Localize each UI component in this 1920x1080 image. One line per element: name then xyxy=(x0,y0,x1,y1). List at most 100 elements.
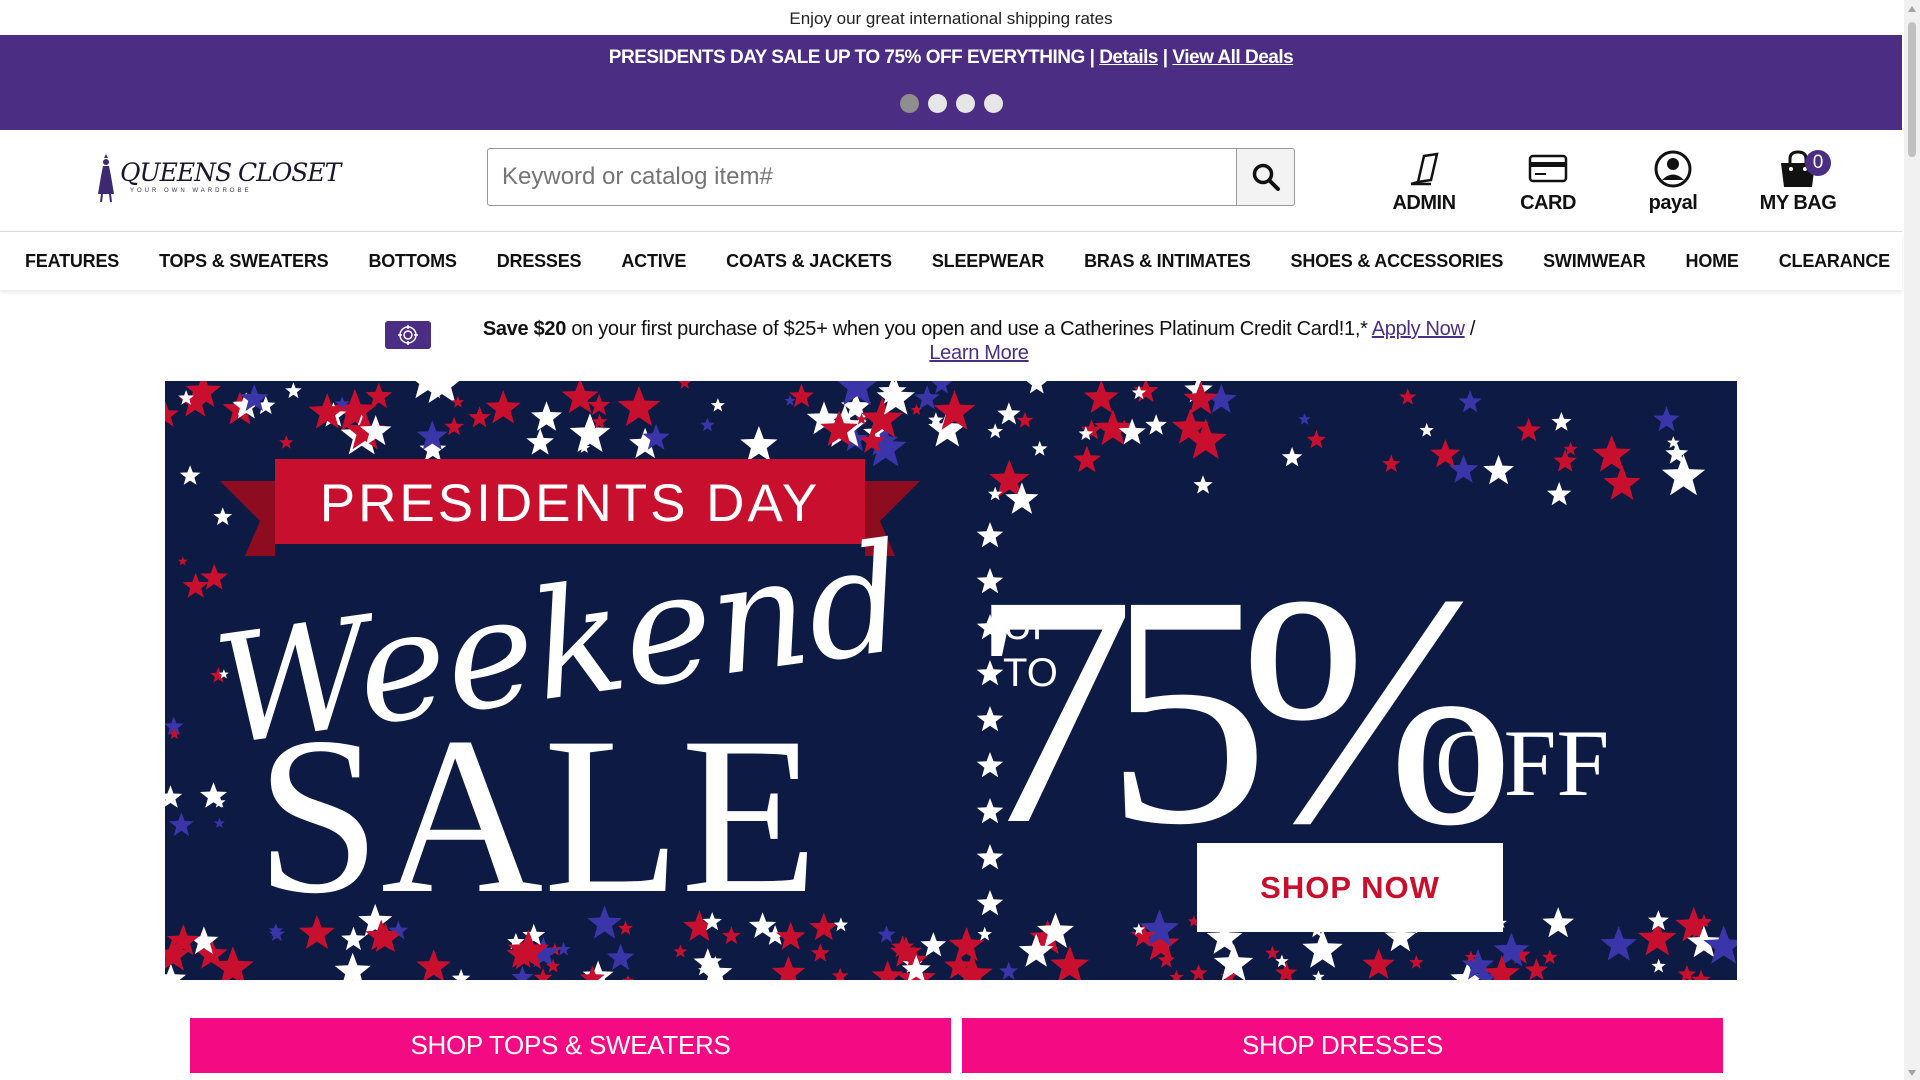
account-link[interactable]: payal xyxy=(1618,148,1728,224)
card-link[interactable]: CARD xyxy=(1493,148,1603,224)
star-icon xyxy=(987,423,1003,439)
star-icon xyxy=(1419,422,1434,437)
nav-item-sleepwear[interactable]: SLEEPWEAR xyxy=(932,251,1044,272)
shipping-text: Enjoy our great international shipping r… xyxy=(789,8,1113,28)
star-icon xyxy=(213,507,233,526)
star-icon xyxy=(673,944,688,958)
shop-now-button[interactable]: SHOP NOW xyxy=(1197,843,1503,932)
nav-item-tops-sweaters[interactable]: TOPS & SWEATERS xyxy=(159,251,329,272)
search-button[interactable] xyxy=(1237,148,1295,206)
search-icon xyxy=(1252,163,1280,191)
card-label: CARD xyxy=(1520,192,1576,214)
hero-ribbon-text: PRESIDENTS DAY xyxy=(320,474,820,533)
pencil-icon xyxy=(1410,152,1439,186)
admin-link[interactable]: ADMIN xyxy=(1369,148,1479,224)
star-icon xyxy=(977,926,992,941)
apply-now-link[interactable]: Apply Now xyxy=(1372,318,1465,340)
nav-item-coats-jackets[interactable]: COATS & JACKETS xyxy=(726,251,892,272)
scroll-down-arrow-icon[interactable] xyxy=(1908,1070,1916,1076)
star-icon xyxy=(810,943,830,962)
nav-item-home[interactable]: HOME xyxy=(1686,251,1739,272)
nav-item-swimwear[interactable]: SWIMWEAR xyxy=(1543,251,1646,272)
platinum-card-icon xyxy=(385,321,431,349)
star-icon xyxy=(1298,412,1311,425)
nav-item-shoes-accessories[interactable]: SHOES & ACCESSORIES xyxy=(1291,251,1504,272)
star-icon xyxy=(1458,390,1482,413)
my-bag-link[interactable]: 0 MY BAG xyxy=(1743,148,1853,224)
star-icon xyxy=(1382,454,1401,472)
star-icon xyxy=(997,402,1021,425)
star-icon xyxy=(168,812,194,836)
nav-item-clearance[interactable]: CLEARANCE xyxy=(1779,251,1890,272)
nav-item-active[interactable]: ACTIVE xyxy=(621,251,686,272)
star-icon xyxy=(179,465,201,485)
star-icon xyxy=(831,967,849,980)
star-icon xyxy=(1691,969,1711,980)
details-link[interactable]: Details xyxy=(1099,47,1158,68)
star-icon xyxy=(1145,414,1167,435)
star-icon xyxy=(1600,926,1637,961)
star-icon xyxy=(285,382,302,399)
star-icon xyxy=(1542,949,1558,965)
shop-dresses-button[interactable]: SHOP DRESSES xyxy=(962,1018,1723,1073)
nav-item-bras-intimates[interactable]: BRAS & INTIMATES xyxy=(1084,251,1251,272)
nav-item-bottoms[interactable]: BOTTOMS xyxy=(368,251,456,272)
shipping-strip: Enjoy our great international shipping r… xyxy=(0,0,1902,35)
star-icon xyxy=(1483,454,1515,485)
queen-figure-icon xyxy=(98,154,114,203)
star-icon xyxy=(1193,475,1213,494)
star-icon xyxy=(416,949,451,980)
shop-tops-sweaters-button[interactable]: SHOP TOPS & SWEATERS xyxy=(190,1018,951,1073)
star-icon xyxy=(999,961,1019,980)
nav-item-dresses[interactable]: DRESSES xyxy=(497,251,582,272)
star-icon xyxy=(606,943,635,971)
carousel-dot-2[interactable] xyxy=(927,94,947,113)
star-icon xyxy=(165,785,183,808)
star-icon xyxy=(700,417,715,432)
star-icon xyxy=(1661,454,1706,496)
star-icon xyxy=(617,385,661,427)
page-scrollbar[interactable] xyxy=(1904,0,1920,1080)
star-icon xyxy=(1265,945,1280,960)
hero-banner[interactable]: PRESIDENTS DAY Weekend SALE UP TO 75% OF… xyxy=(165,381,1737,980)
nav-item-features[interactable]: FEATURES xyxy=(25,251,119,272)
star-icon xyxy=(622,974,634,980)
view-all-deals-link[interactable]: View All Deals xyxy=(1172,47,1293,68)
star-icon xyxy=(177,556,188,566)
carousel-dot-1[interactable] xyxy=(899,94,919,113)
scroll-up-arrow-icon[interactable] xyxy=(1908,6,1916,12)
scrollbar-thumb[interactable] xyxy=(1908,22,1916,157)
page: Enjoy our great international shipping r… xyxy=(0,0,1902,1080)
star-icon xyxy=(511,966,534,980)
bag-count-badge: 0 xyxy=(1805,150,1831,176)
search-bar xyxy=(487,148,1296,206)
star-icon xyxy=(200,563,228,590)
star-icon xyxy=(1072,445,1101,473)
main-nav: FEATURES TOPS & SWEATERS BOTTOMS DRESSES… xyxy=(0,232,1902,290)
star-icon xyxy=(569,413,611,452)
promo-headline: PRESIDENTS DAY SALE UP TO 75% OFF EVERYT… xyxy=(608,47,1086,68)
promo-line: PRESIDENTS DAY SALE UP TO 75% OFF EVERYT… xyxy=(0,47,1902,69)
star-icon xyxy=(1302,929,1343,968)
star-icon xyxy=(1031,440,1048,456)
logo-wordmark: QUEENS CLOSET xyxy=(120,158,341,187)
site-logo[interactable]: QUEENS CLOSET YOUR OWN WARDROBE xyxy=(92,154,341,210)
promo-separator: | xyxy=(1162,47,1168,68)
star-icon xyxy=(1516,417,1541,442)
star-icon xyxy=(1157,951,1175,968)
star-icon xyxy=(1653,406,1680,432)
star-icon xyxy=(1409,955,1424,969)
star-icon xyxy=(1016,411,1034,428)
star-icon xyxy=(931,381,953,394)
carousel-dot-4[interactable] xyxy=(983,94,1003,113)
hero-sale-text: SALE xyxy=(256,690,819,940)
star-icon xyxy=(561,381,599,414)
learn-more-link[interactable]: Learn More xyxy=(929,342,1029,364)
star-icon xyxy=(1362,948,1395,979)
star-icon xyxy=(1399,388,1417,405)
search-input[interactable] xyxy=(487,148,1237,206)
carousel-dots xyxy=(0,94,1902,113)
star-icon xyxy=(444,416,464,436)
carousel-dot-3[interactable] xyxy=(955,94,975,113)
star-icon xyxy=(1189,964,1208,980)
